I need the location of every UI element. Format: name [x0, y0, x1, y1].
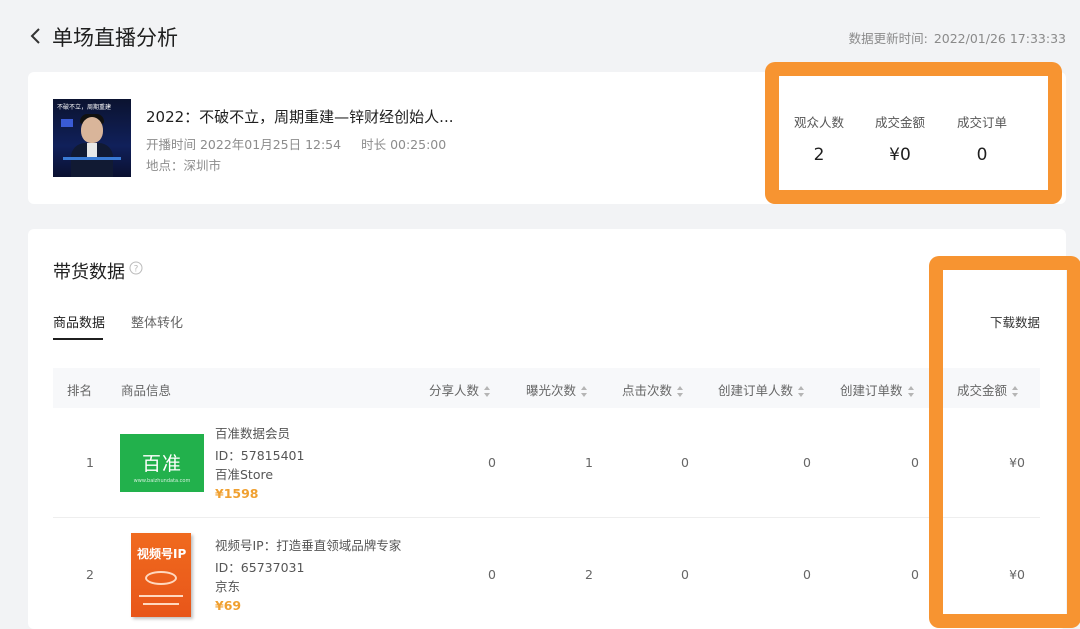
col-share[interactable]: 分享人数 [429, 380, 491, 399]
product-name[interactable]: 视频号IP：打造垂直领域品牌专家 [215, 535, 401, 554]
live-location: 地点：深圳市 [146, 158, 222, 173]
cell-order-users: 0 [803, 567, 811, 582]
page-title: 单场直播分析 [52, 26, 178, 50]
cell-exposure: 2 [585, 567, 593, 582]
sort-icon[interactable] [677, 386, 684, 397]
cell-exposure: 1 [585, 455, 593, 470]
back-arrow-icon[interactable] [28, 26, 44, 46]
product-store: 京东 [215, 579, 241, 594]
col-rank: 排名 [67, 383, 93, 398]
live-title[interactable]: 2022：不破不立，周期重建—锌财经创始人... [146, 106, 453, 127]
eye-icon [145, 571, 177, 585]
cell-clicks: 0 [681, 567, 689, 582]
cell-orders: 0 [911, 567, 919, 582]
product-id: ID：65737031 [215, 560, 305, 575]
sort-icon[interactable] [581, 386, 588, 397]
row-rank: 1 [86, 455, 94, 470]
product-price: ¥1598 [215, 486, 259, 501]
product-price: ¥69 [215, 598, 242, 613]
cell-share: 0 [488, 455, 496, 470]
start-time: 开播时间 2022年01月25日 12:54 [146, 137, 342, 152]
update-time: 数据更新时间: 2022/01/26 17:33:33 [849, 28, 1066, 47]
product-image-url: www.baizhundata.com [133, 478, 191, 484]
col-product-info: 商品信息 [121, 383, 172, 398]
live-meta: 开播时间 2022年01月25日 12:54 时长 00:25:00 [146, 134, 446, 153]
product-image-logo: 百准 [141, 453, 182, 475]
col-orders[interactable]: 创建订单数 [840, 380, 915, 399]
product-image[interactable]: 百准 www.baizhundata.com [120, 434, 204, 492]
page-header: 单场直播分析 数据更新时间: 2022/01/26 17:33:33 [0, 0, 1080, 70]
tab-goods-data[interactable]: 商品数据 [53, 312, 105, 340]
update-time-label: 数据更新时间: [848, 31, 928, 46]
product-name[interactable]: 百准数据会员 [215, 423, 290, 442]
svg-text:?: ? [134, 265, 139, 275]
cell-clicks: 0 [681, 455, 689, 470]
row-divider [53, 517, 1040, 518]
product-image[interactable]: 视频号IP [131, 533, 191, 617]
help-icon[interactable]: ? [129, 261, 143, 275]
col-order-users[interactable]: 创建订单人数 [718, 380, 805, 399]
sort-icon[interactable] [798, 386, 805, 397]
sort-icon[interactable] [484, 386, 491, 397]
row-rank: 2 [86, 567, 94, 582]
cell-share: 0 [488, 567, 496, 582]
cell-order-users: 0 [803, 455, 811, 470]
highlight-stats-box [765, 62, 1062, 204]
col-exposure[interactable]: 曝光次数 [526, 380, 588, 399]
sort-icon[interactable] [907, 386, 915, 397]
cover-logo [61, 119, 73, 127]
section-title: 带货数据 [53, 262, 125, 283]
duration: 时长 00:25:00 [361, 137, 447, 152]
product-store: 百准Store [215, 467, 274, 482]
book-cover-title: 视频号IP [137, 547, 187, 561]
col-clicks[interactable]: 点击次数 [622, 380, 684, 399]
live-cover-image[interactable]: 不破不立，周期重建 [53, 99, 131, 177]
product-id: ID：57815401 [215, 448, 305, 463]
update-time-value: 2022/01/26 17:33:33 [933, 31, 1066, 46]
cover-caption: 不破不立，周期重建 [57, 104, 112, 111]
highlight-amount-column-box [929, 256, 1080, 628]
cell-orders: 0 [911, 455, 919, 470]
tab-overall-conversion[interactable]: 整体转化 [131, 312, 183, 331]
